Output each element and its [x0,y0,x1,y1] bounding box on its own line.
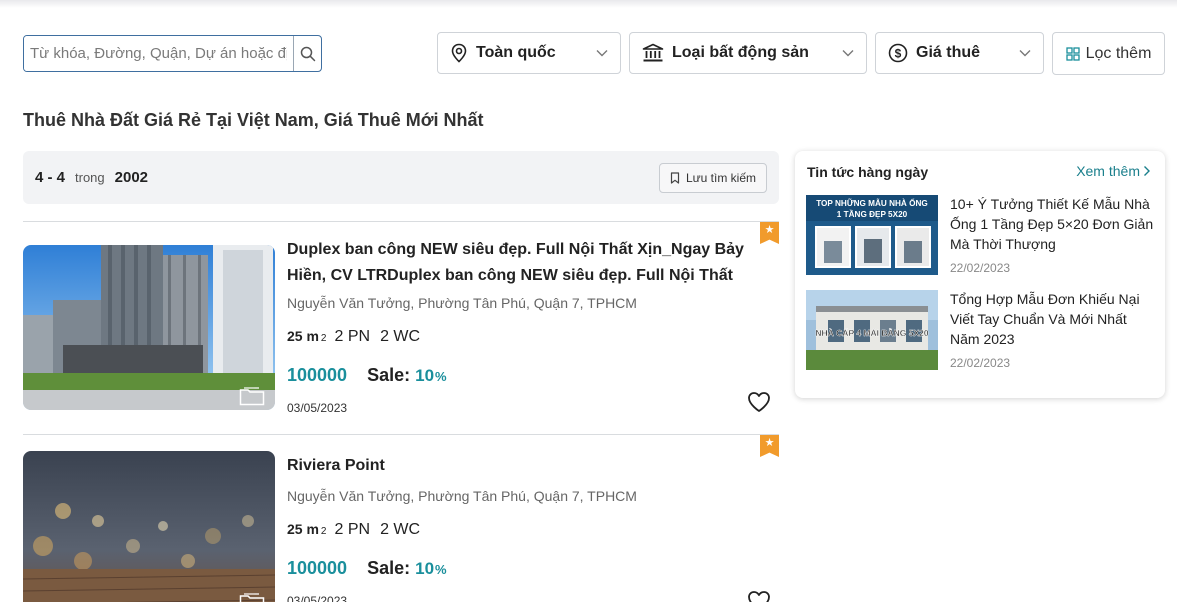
listing-specs: 25 m 2 2 PN 2 WC [287,328,420,346]
result-summary-bar: 4 - 4 trong 2002 Lưu tìm kiếm [23,151,779,204]
location-pin-icon [451,43,467,63]
city-night-photo [23,451,275,602]
listing-specs: 25 m 2 2 PN 2 WC [287,521,420,539]
listing-address: Nguyễn Văn Tưởng, Phường Tân Phú, Quận 7… [287,295,637,311]
daily-news-panel: Tin tức hàng ngày Xem thêm TOP NHỮNG MẪU… [795,151,1165,398]
heart-icon[interactable] [747,590,771,602]
listing-thumbnail[interactable] [23,451,275,602]
listing-bedrooms: 2 PN [334,521,371,538]
top-bar-shadow [0,0,1177,8]
property-type-filter[interactable]: Loại bất động sản [629,32,867,74]
listing-area: 25 m [287,521,319,537]
search-box [23,35,322,72]
photo-gallery-icon [239,387,265,406]
listing-bedrooms: 2 PN [334,328,371,345]
listing-title[interactable]: Duplex ban công NEW siêu đẹp. Full Nội T… [287,237,781,289]
news-see-more-link[interactable]: Xem thêm [1076,163,1151,179]
listing-card[interactable]: ★ Duplex ban công NEW siêu đẹp. Full Nội… [23,222,779,434]
building-photo [23,245,275,410]
sale-value: 10 [415,366,435,385]
more-filters-label: Lọc thêm [1085,44,1152,62]
listing-date: 03/05/2023 [287,401,348,415]
news-heading: Tin tức hàng ngày [807,164,929,180]
search-icon [300,46,315,61]
save-search-button[interactable]: Lưu tìm kiếm [658,162,767,193]
listing-price: 100000 [287,558,348,578]
chevron-down-icon [596,50,608,57]
news-date: 22/02/2023 [950,356,1011,370]
news-image-caption-line2: 1 TẦNG ĐẸP 5X20 [837,209,908,219]
chevron-down-icon [842,50,854,57]
news-date: 22/02/2023 [950,261,1011,275]
area-unit-superscript: 2 [320,526,327,537]
listing-thumbnail[interactable] [23,245,275,410]
news-see-more-label: Xem thêm [1076,163,1140,179]
sale-label: Sale: [367,365,411,385]
svg-text:$: $ [895,46,902,60]
bank-building-icon [642,43,664,62]
rent-price-filter[interactable]: $ Giá thuê [875,32,1044,74]
photo-gallery-icon [239,593,265,602]
news-image-caption: NHÀ CẤP 4 MÁI BẰNG 5X20 [815,328,928,338]
chevron-right-icon [1144,166,1150,176]
sale-label: Sale: [367,558,411,578]
sale-unit: % [435,562,447,577]
news-item[interactable]: TOP NHỮNG MẪU NHÀ ỐNG 1 TẦNG ĐẸP 5X20 10… [806,195,1156,275]
chevron-down-icon [1019,50,1031,57]
location-filter-label: Toàn quốc [476,44,556,61]
listing-price-row: 100000 Sale: 10 % [287,365,447,386]
result-total: 2002 [114,169,149,186]
location-filter[interactable]: Toàn quốc [437,32,621,74]
dollar-circle-icon: $ [888,43,908,63]
search-input[interactable] [24,36,293,71]
more-filters-button[interactable]: Lọc thêm [1052,32,1165,75]
news-image-caption-line1: TOP NHỮNG MẪU NHÀ ỐNG [816,197,928,208]
news-title[interactable]: Tổng Hợp Mẫu Đơn Khiếu Nại Viết Tay Chuẩ… [950,289,1154,349]
bookmark-icon [670,171,680,184]
listing-price-row: 100000 Sale: 10 % [287,558,447,579]
heart-icon[interactable] [747,391,771,413]
news-item[interactable]: NHÀ CẤP 4 MÁI BẰNG 5X20 Tổng Hợp Mẫu Đơn… [806,290,1156,370]
listing-area: 25 m [287,328,319,344]
listing-bathrooms: 2 WC [380,328,421,345]
news-title[interactable]: 10+ Ý Tưởng Thiết Kế Mẫu Nhà Ống 1 Tầng … [950,194,1154,254]
news-thumbnail[interactable]: TOP NHỮNG MẪU NHÀ ỐNG 1 TẦNG ĐẸP 5X20 [806,195,938,275]
listing-bathrooms: 2 WC [380,521,421,538]
listing-title[interactable]: Riviera Point [287,453,781,479]
page-title: Thuê Nhà Đất Giá Rẻ Tại Việt Nam, Giá Th… [23,110,484,130]
result-range: 4 - 4 [35,169,66,186]
listing-card[interactable]: ★ Riviera Point Nguyễn Văn Tưởng, Phường… [23,435,779,602]
grid-icon [1065,46,1080,61]
area-unit-superscript: 2 [320,333,327,344]
result-of-label: trong [75,170,105,185]
news-thumbnail[interactable]: NHÀ CẤP 4 MÁI BẰNG 5X20 [806,290,938,370]
listing-date: 03/05/2023 [287,594,348,602]
sale-unit: % [435,369,447,384]
rent-price-filter-label: Giá thuê [916,44,981,61]
save-search-label: Lưu tìm kiếm [685,170,756,185]
property-type-filter-label: Loại bất động sản [672,44,809,61]
search-button[interactable] [293,36,321,71]
listing-price: 100000 [287,365,348,385]
listing-address: Nguyễn Văn Tưởng, Phường Tân Phú, Quận 7… [287,488,637,504]
sale-value: 10 [415,559,435,578]
